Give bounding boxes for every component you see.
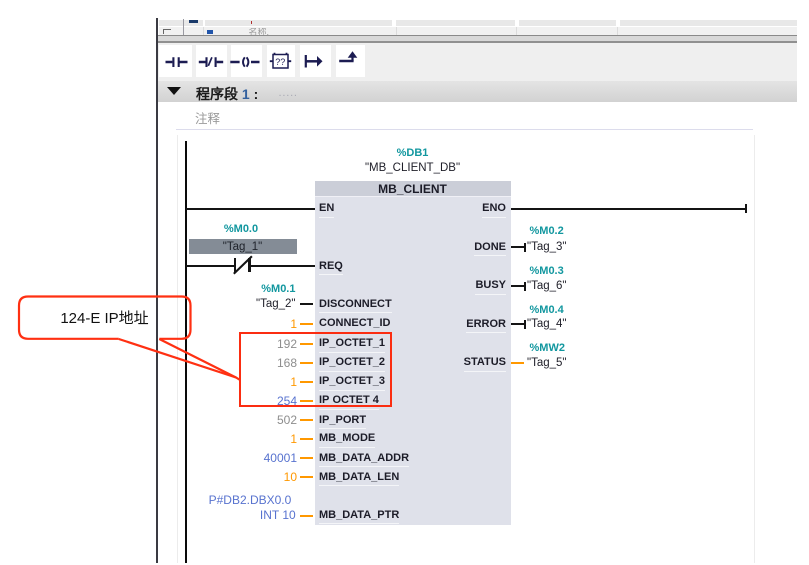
svg-text:??: ?? — [275, 57, 285, 67]
